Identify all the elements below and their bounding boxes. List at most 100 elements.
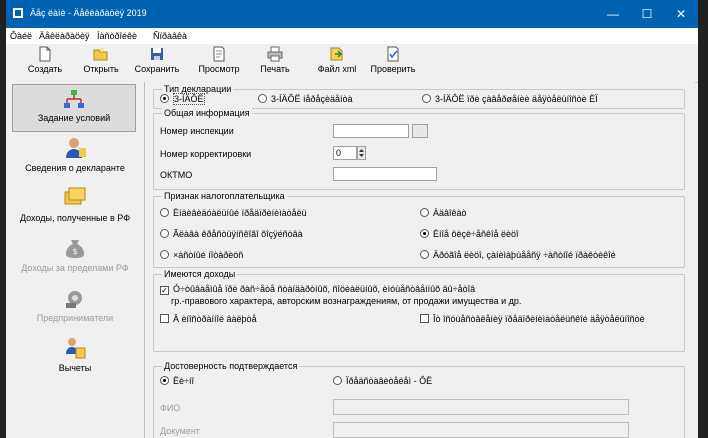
sidebar-item-entrepreneurs[interactable]: Предприниматели bbox=[6, 284, 144, 334]
income-business-label: Îò îñóùåñòâëåíèÿ ïðåäïðèíèìàòåëüñêîé äåÿ… bbox=[433, 314, 645, 324]
deductions-icon bbox=[66, 338, 86, 359]
reliability-personal-radio[interactable]: Ëè÷íî bbox=[160, 376, 194, 386]
oktmo-input[interactable] bbox=[333, 167, 437, 181]
entrepreneur-icon bbox=[66, 291, 82, 308]
income-business-checkbox[interactable]: Îò îñóùåñòâëåíèÿ ïðåäïðèíèìàòåëüñêîé äåÿ… bbox=[420, 314, 645, 324]
create-button[interactable]: Создать bbox=[26, 46, 64, 80]
sidebar-label-conditions: Задание условий bbox=[37, 113, 111, 123]
decl-type-3ndfl-radio[interactable]: 3-ÍÄÔË bbox=[160, 93, 205, 105]
taxpayer-other-person-label: Èíîå ôèçè÷åñêîå ëèöî bbox=[433, 229, 519, 239]
document-label: Документ bbox=[160, 426, 200, 436]
sidebar-label-deductions: Вычеты bbox=[58, 363, 92, 373]
taxpayer-lawyer-radio[interactable]: Àäâîêàò bbox=[420, 208, 467, 218]
taxpayer-notary-label: ×àñòíûé íîòàðèóñ bbox=[173, 250, 244, 260]
reliability-representative-label: Ïðåäñòàâèòåëåì - ÔË bbox=[346, 376, 433, 386]
correction-stepper[interactable] bbox=[357, 146, 366, 160]
taxpayer-private-practice-radio[interactable]: Äðóãîå ëèöî, çàíèìàþùååñÿ ÷àñòíîé ïðàêòè… bbox=[420, 250, 616, 260]
check-button[interactable]: Проверить bbox=[368, 46, 418, 80]
coins-icon bbox=[64, 187, 86, 205]
menu-settings[interactable]: Íàñòðîéêè bbox=[97, 31, 137, 41]
oktmo-label: ОКТМО bbox=[160, 170, 193, 180]
fio-input[interactable] bbox=[333, 399, 629, 415]
taxpayer-private-practice-label: Äðóãîå ëèöî, çàíèìàþùååñÿ ÷àñòíîé ïðàêòè… bbox=[433, 250, 616, 260]
spinner-arrows-icon bbox=[359, 149, 364, 157]
checkmark-icon: ✓ bbox=[160, 286, 169, 295]
decl-type-ip-end-label: 3-ÍÄÔË ïðè çàâåðøåíèè äåÿòåëüíîñòè ÈÏ bbox=[435, 94, 598, 104]
preview-button[interactable]: Просмотр bbox=[196, 46, 242, 80]
income-standard-label: Ó÷òûâàåìûå ïðè ðàñ÷åòå ñòàíäàðòíûõ, ñîöè… bbox=[173, 284, 476, 294]
title-bar: Äåç ëàìè - Äåêëàðàöèÿ 2019 — ☐ ✕ bbox=[6, 0, 698, 28]
save-disk-icon bbox=[151, 48, 163, 60]
sidebar-item-conditions[interactable]: Задание условий bbox=[12, 84, 136, 132]
taxpayer-lawyer-label: Àäâîêàò bbox=[433, 208, 467, 218]
taxpayer-farm-label: Ãëàâà êðåñòüÿíñêîãî õîçÿéñòâà bbox=[173, 229, 303, 239]
xml-file-label: Файл xml bbox=[317, 64, 357, 74]
general-info-group: Общая информация Номер инспекции Номер к… bbox=[153, 108, 685, 190]
menu-bar: Ôàéë Äåêëàðàöèÿ Íàñòðîéêè Ñïðàâêà bbox=[6, 28, 698, 44]
open-label: Открыть bbox=[83, 64, 119, 74]
close-button[interactable]: ✕ bbox=[664, 0, 698, 28]
general-info-caption: Общая информация bbox=[162, 108, 252, 118]
preview-page-icon bbox=[213, 46, 225, 62]
minimize-button[interactable]: — bbox=[596, 0, 630, 28]
print-label: Печать bbox=[260, 64, 290, 74]
declaration-type-group: Тип декларации 3-ÍÄÔË 3-ÍÄÔË íåðåçèäåíòà… bbox=[153, 84, 685, 109]
document-input[interactable] bbox=[333, 422, 629, 438]
correction-label: Номер корректировки bbox=[160, 149, 252, 159]
svg-text:$: $ bbox=[72, 247, 77, 256]
taxpayer-attribute-group: Признак налогоплательщика Èíäèâèäóàëüíûé… bbox=[153, 191, 685, 268]
xml-file-button[interactable]: Файл xml bbox=[314, 46, 360, 80]
create-label: Создать bbox=[27, 64, 63, 74]
printer-icon bbox=[267, 46, 283, 62]
reliability-representative-radio[interactable]: Ïðåäñòàâèòåëåì - ÔË bbox=[333, 376, 432, 386]
sidebar: Задание условий Сведения о декларанте До… bbox=[6, 82, 144, 438]
taxpayer-farm-radio[interactable]: Ãëàâà êðåñòüÿíñêîãî õîçÿéñòâà bbox=[160, 229, 303, 239]
main-panel: Тип декларации 3-ÍÄÔË 3-ÍÄÔË íåðåçèäåíòà… bbox=[144, 82, 695, 438]
decl-type-3ndfl-label: 3-ÍÄÔË bbox=[173, 93, 205, 105]
new-file-icon bbox=[39, 46, 51, 62]
maximize-button[interactable]: ☐ bbox=[630, 0, 664, 28]
open-button[interactable]: Открыть bbox=[78, 46, 124, 80]
sidebar-label-entrepreneurs: Предприниматели bbox=[36, 313, 114, 323]
income-standard-checkbox[interactable]: ✓ Ó÷òûâàåìûå ïðè ðàñ÷åòå ñòàíäàðòíûõ, ñîö… bbox=[160, 284, 475, 295]
person-icon bbox=[66, 138, 86, 158]
taxpayer-ip-label: Èíäèâèäóàëüíûé ïðåäïðèíèìàòåëü bbox=[173, 208, 307, 218]
sidebar-item-deductions[interactable]: Вычеты bbox=[6, 334, 144, 384]
taxpayer-attribute-caption: Признак налогоплательщика bbox=[162, 191, 287, 201]
save-label: Сохранить bbox=[134, 64, 180, 74]
inspection-lookup-button[interactable] bbox=[412, 124, 428, 138]
decl-type-nonresident-label: 3-ÍÄÔË íåðåçèäåíòà bbox=[271, 94, 353, 104]
check-document-icon bbox=[387, 46, 399, 62]
open-folder-icon bbox=[93, 48, 108, 61]
inspection-label: Номер инспекции bbox=[160, 126, 234, 136]
taxpayer-other-person-radio[interactable]: Èíîå ôèçè÷åñêîå ëèöî bbox=[420, 229, 519, 239]
taxpayer-ip-radio[interactable]: Èíäèâèäóàëüíûé ïðåäïðèíèìàòåëü bbox=[160, 208, 307, 218]
income-foreign-currency-checkbox[interactable]: Â èíîñòðàííîé âàëþòå bbox=[160, 314, 257, 324]
menu-file[interactable]: Ôàéë bbox=[10, 31, 32, 41]
taxpayer-notary-radio[interactable]: ×àñòíûé íîòàðèóñ bbox=[160, 250, 243, 260]
fio-label: ФИО bbox=[160, 403, 181, 413]
app-icon bbox=[13, 8, 23, 18]
save-button[interactable]: Сохранить bbox=[132, 46, 182, 80]
sidebar-item-income-rf[interactable]: Доходы, полученные в РФ bbox=[6, 184, 144, 234]
inspection-input[interactable] bbox=[333, 124, 409, 138]
menu-help[interactable]: Ñïðàâêà bbox=[153, 31, 187, 41]
sidebar-item-income-abroad[interactable]: $ Доходы за пределами РФ bbox=[6, 234, 144, 284]
sidebar-label-income-abroad: Доходы за пределами РФ bbox=[21, 263, 129, 273]
print-button[interactable]: Печать bbox=[256, 46, 294, 80]
reliability-group: Достоверность подтверждается Ëè÷íî Ïðåäñ… bbox=[153, 361, 685, 438]
xml-export-icon bbox=[330, 47, 343, 61]
decl-type-nonresident-radio[interactable]: 3-ÍÄÔË íåðåçèäåíòà bbox=[258, 94, 353, 104]
app-window: Äåç ëàìè - Äåêëàðàöèÿ 2019 — ☐ ✕ Ôàéë Äå… bbox=[6, 0, 698, 438]
incomes-caption: Имеются доходы bbox=[162, 269, 238, 279]
money-bag-icon: $ bbox=[66, 240, 84, 258]
toolbar: Создать Открыть Сохранить Просмотр Печат… bbox=[6, 44, 698, 83]
decl-type-ip-end-radio[interactable]: 3-ÍÄÔË ïðè çàâåðøåíèè äåÿòåëüíîñòè ÈÏ bbox=[422, 94, 598, 104]
sidebar-item-declarant[interactable]: Сведения о декларанте bbox=[6, 134, 144, 184]
sidebar-label-income-rf: Доходы, полученные в РФ bbox=[19, 213, 131, 223]
menu-declaration[interactable]: Äåêëàðàöèÿ bbox=[39, 31, 90, 41]
incomes-group: Имеются доходы ✓ Ó÷òûâàåìûå ïðè ðàñ÷åòå ñ… bbox=[153, 269, 685, 352]
correction-input[interactable]: 0 bbox=[333, 146, 357, 160]
reliability-caption: Достоверность подтверждается bbox=[162, 361, 300, 371]
preview-label: Просмотр bbox=[198, 64, 240, 74]
